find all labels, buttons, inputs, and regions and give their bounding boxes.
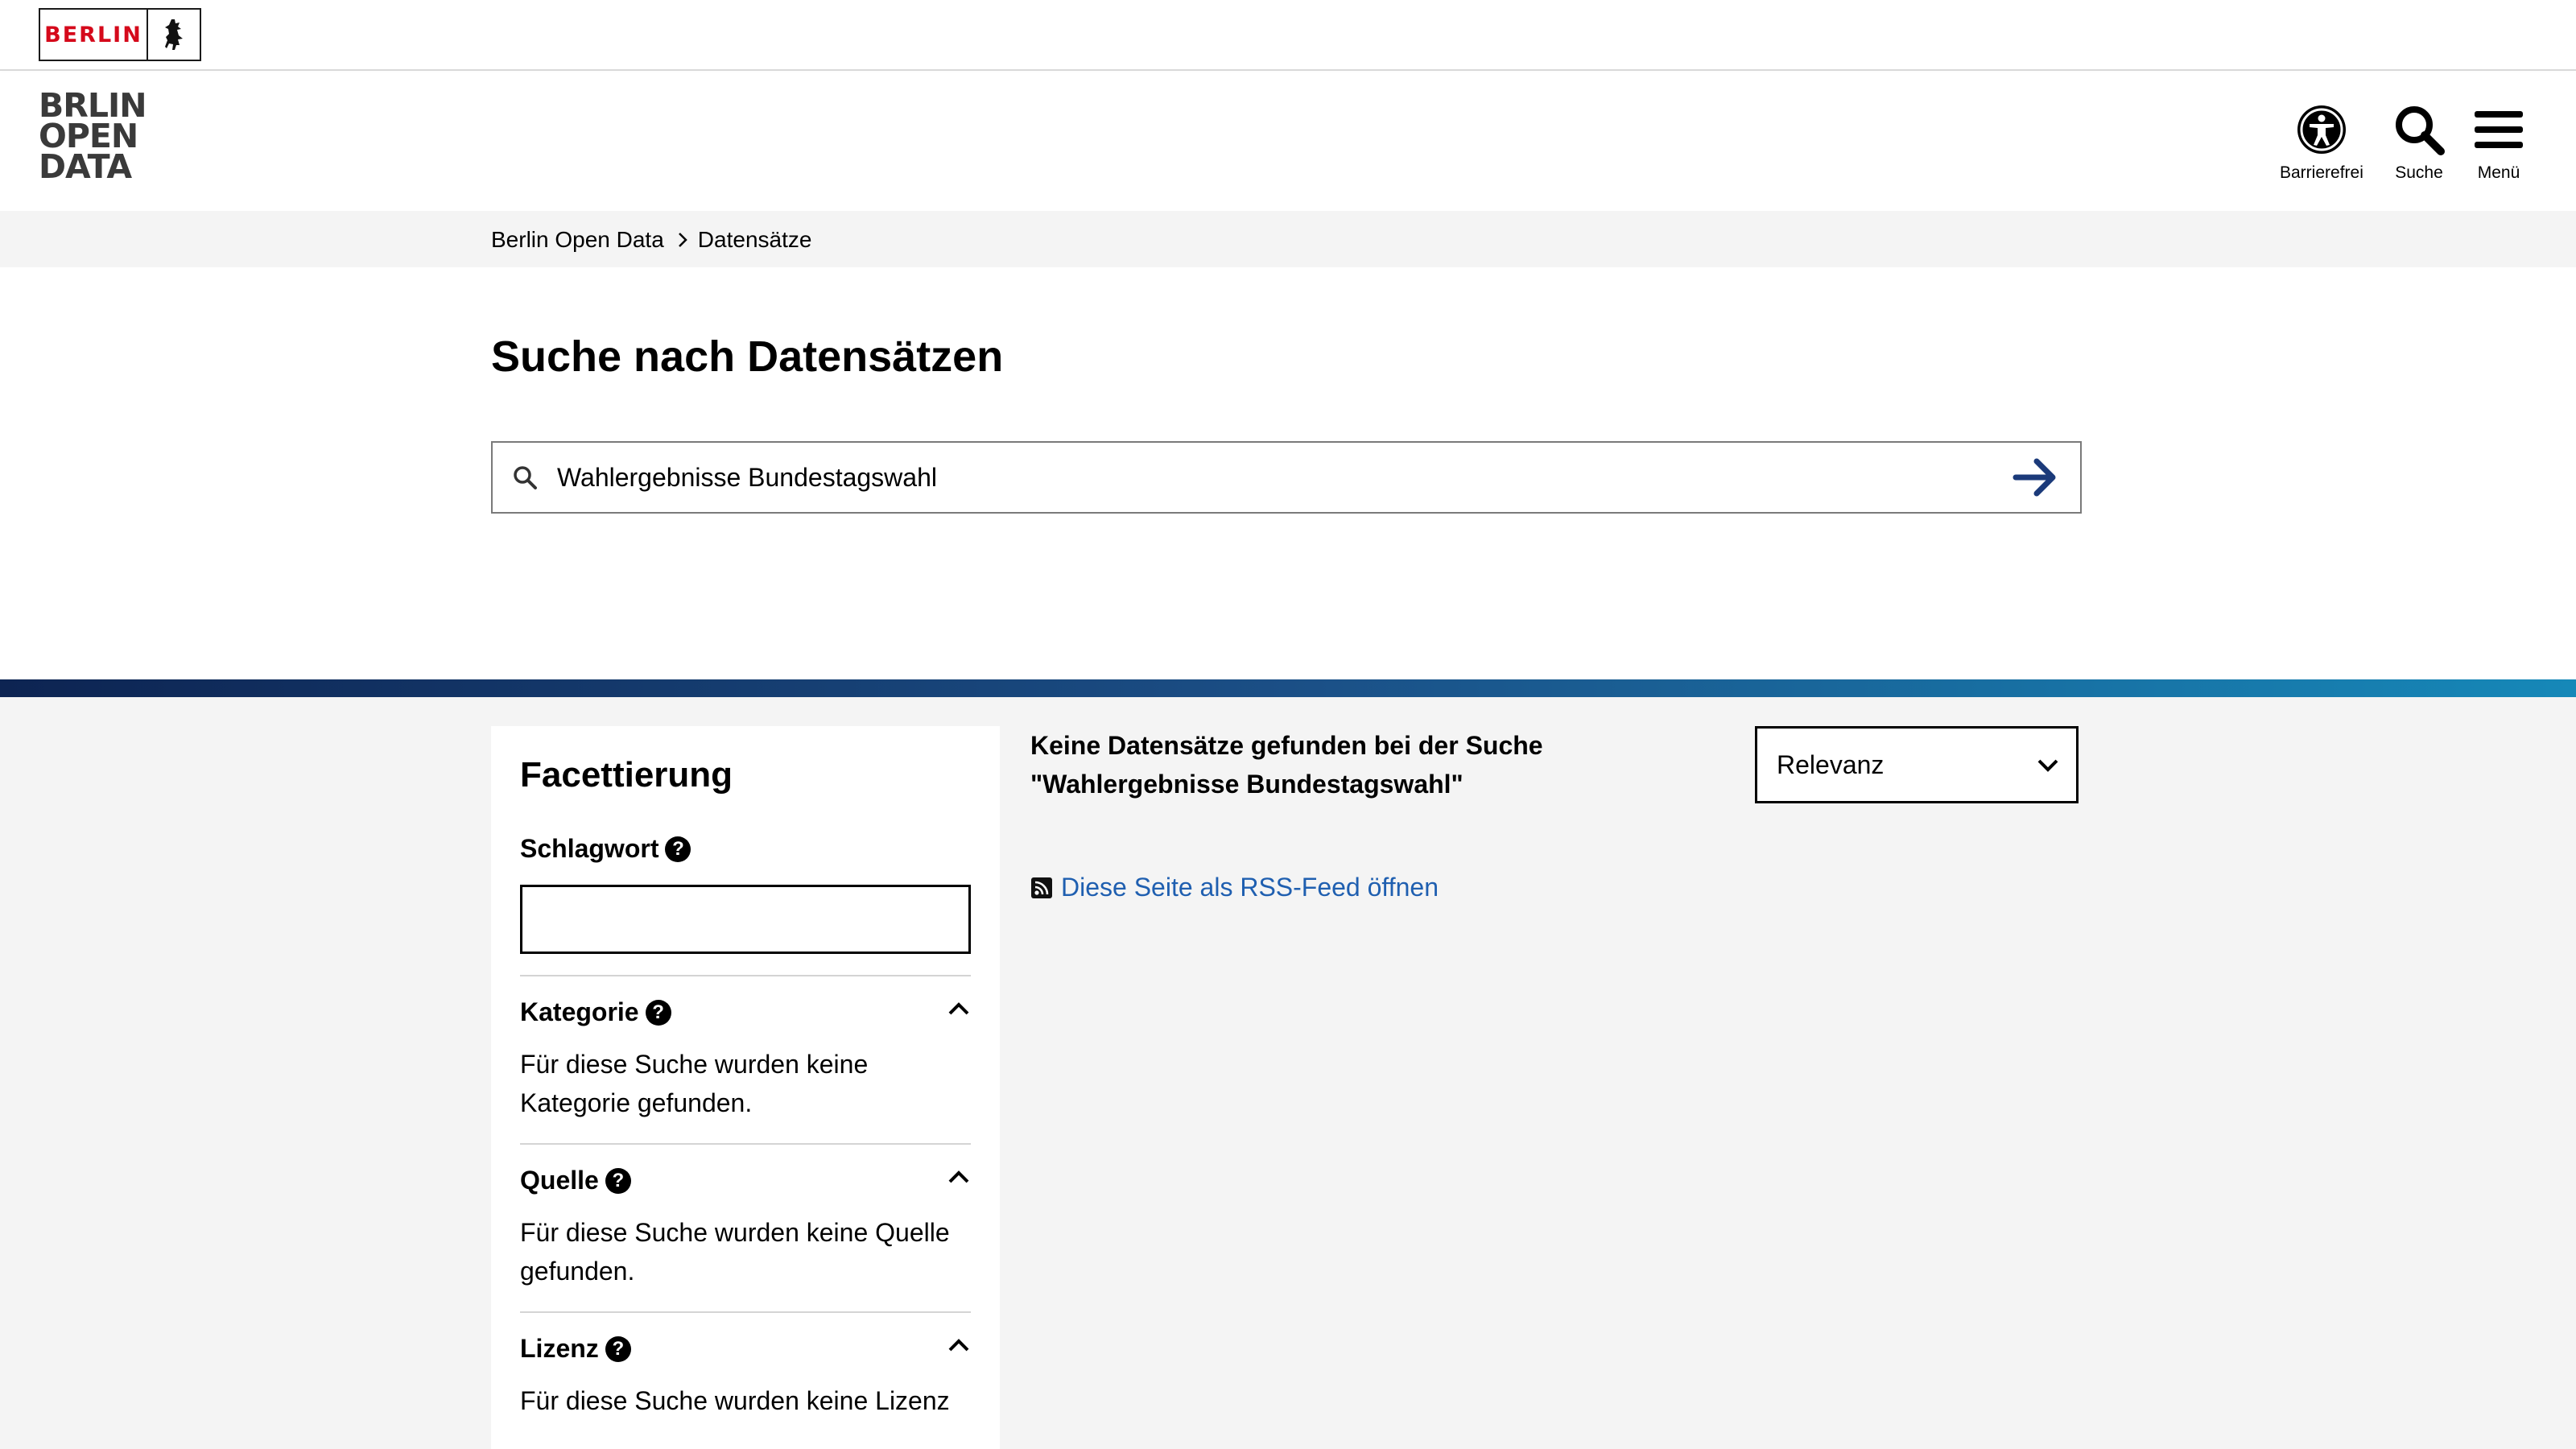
logo-line-3: DATA	[39, 147, 132, 186]
breadcrumb-item-home[interactable]: Berlin Open Data	[491, 227, 664, 253]
dataset-search-box	[491, 441, 2082, 514]
no-results-line-1: Keine Datensätze gefunden bei der Suche	[1030, 731, 1543, 760]
sort-select[interactable]: Relevanz	[1755, 726, 2079, 803]
no-results-message: Keine Datensätze gefunden bei der Suche …	[1030, 726, 1594, 803]
no-results-line-2: "Wahlergebnisse Bundestagswahl"	[1030, 770, 1463, 799]
rss-icon	[1030, 877, 1053, 899]
menu-label: Menü	[2477, 163, 2520, 182]
accessibility-label: Barrierefrei	[2280, 163, 2363, 182]
chevron-right-icon	[677, 232, 688, 248]
help-icon[interactable]: ?	[645, 999, 671, 1026]
accessibility-icon	[2295, 103, 2348, 160]
breadcrumb-item-datasets[interactable]: Datensätze	[698, 227, 812, 253]
search-icon	[493, 464, 557, 490]
facets-title: Facettierung	[520, 755, 733, 795]
decorative-gradient-band	[0, 679, 2576, 697]
menu-button[interactable]: Menü	[2475, 103, 2523, 183]
facet-category-empty-text: Für diese Suche wurden keine Kategorie g…	[520, 1050, 869, 1117]
accessibility-button[interactable]: Barrierefrei	[2280, 103, 2363, 183]
search-submit-arrow-icon[interactable]	[1992, 456, 2080, 498]
facets-panel: Facettierung Schlagwort ? Kategorie ? Fü…	[491, 726, 1000, 1449]
facet-license-header[interactable]: Lizenz ?	[520, 1334, 971, 1364]
hamburger-menu-icon	[2475, 103, 2523, 160]
keyword-input[interactable]	[520, 885, 971, 954]
facet-license-label: Lizenz	[520, 1334, 599, 1363]
search-button[interactable]: Suche	[2392, 103, 2446, 183]
results-area-background	[0, 697, 2576, 1449]
sort-selected-value: Relevanz	[1777, 749, 1885, 779]
facet-category: Kategorie ? Für diese Suche wurden keine…	[520, 975, 971, 1122]
top-bar: BERLIN	[0, 0, 2576, 71]
facet-source-header[interactable]: Quelle ?	[520, 1166, 971, 1195]
berlin-logo-text: BERLIN	[40, 10, 148, 60]
chevron-down-icon	[2036, 750, 2060, 780]
keyword-facet-label: Schlagwort ?	[520, 834, 971, 864]
chevron-up-icon[interactable]	[947, 1337, 971, 1357]
facet-source-label: Quelle	[520, 1166, 599, 1195]
search-input[interactable]	[557, 462, 1992, 493]
facet-category-header[interactable]: Kategorie ?	[520, 997, 971, 1027]
site-header: BRLIN OPEN DATA Barrierefrei Suche Menü	[0, 72, 2576, 211]
facet-category-label: Kategorie	[520, 997, 639, 1026]
page-title: Suche nach Datensätzen	[491, 332, 1004, 381]
help-icon[interactable]: ?	[665, 836, 691, 862]
help-icon[interactable]: ?	[605, 1167, 631, 1194]
facet-source-empty-text: Für diese Suche wurden keine Quelle gefu…	[520, 1218, 950, 1286]
help-icon[interactable]: ?	[605, 1335, 631, 1362]
berlin-bear-icon	[148, 10, 200, 60]
keyword-label-text: Schlagwort	[520, 834, 659, 863]
facet-source: Quelle ? Für diese Suche wurden keine Qu…	[520, 1143, 971, 1290]
breadcrumb-bar: Berlin Open Data Datensätze	[0, 211, 2576, 267]
search-label: Suche	[2395, 163, 2443, 182]
rss-link-text: Diese Seite als RSS-Feed öffnen	[1061, 873, 1439, 902]
rss-feed-link[interactable]: Diese Seite als RSS-Feed öffnen	[1030, 873, 1439, 902]
chevron-up-icon[interactable]	[947, 1169, 971, 1189]
breadcrumb: Berlin Open Data Datensätze	[491, 227, 811, 253]
chevron-up-icon[interactable]	[947, 1001, 971, 1021]
berlin-open-data-logo[interactable]: BRLIN OPEN DATA	[39, 89, 147, 187]
berlin-logo[interactable]: BERLIN	[39, 8, 201, 61]
facet-license: Lizenz ? Für diese Suche wurden keine Li…	[520, 1311, 971, 1420]
search-icon	[2392, 103, 2446, 160]
facet-license-empty-text: Für diese Suche wurden keine Lizenz	[520, 1386, 950, 1415]
